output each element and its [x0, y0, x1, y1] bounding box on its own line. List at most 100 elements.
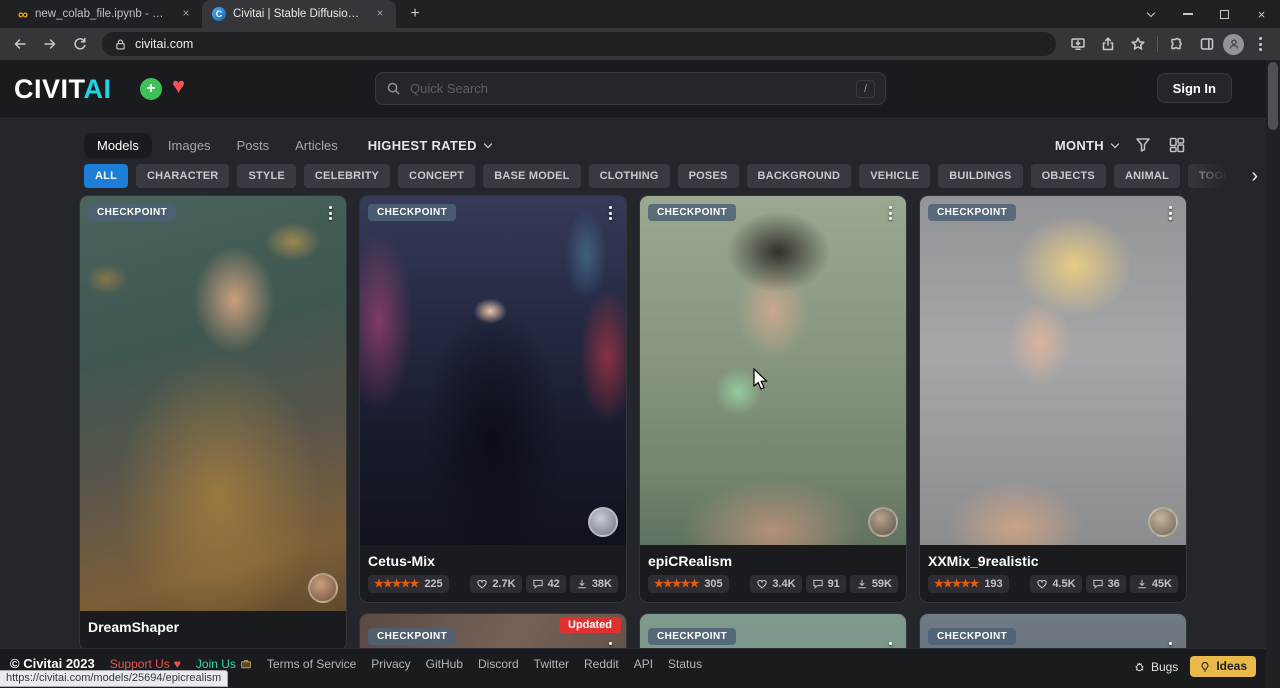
- footer-link-support-us[interactable]: Support Us♥: [110, 657, 181, 671]
- profile-avatar[interactable]: [1223, 34, 1244, 55]
- scrollbar-thumb[interactable]: [1268, 62, 1278, 130]
- sign-in-button[interactable]: Sign In: [1157, 73, 1232, 103]
- side-panel-icon[interactable]: [1193, 30, 1221, 58]
- browser-menu-kebab-icon[interactable]: [1246, 30, 1274, 58]
- category-chip[interactable]: BUILDINGS: [938, 164, 1022, 188]
- browser-tab-colab[interactable]: ∞ new_colab_file.ipynb - Colaborat ×: [8, 0, 202, 28]
- category-chip[interactable]: VEHICLE: [859, 164, 930, 188]
- civitai-logo[interactable]: CIVITAI: [14, 74, 112, 105]
- comments-badge[interactable]: 42: [526, 575, 566, 593]
- card-menu-kebab-icon[interactable]: [882, 204, 898, 222]
- rating-badge[interactable]: ★★★★★193: [928, 575, 1009, 593]
- card-menu-kebab-icon[interactable]: [602, 204, 618, 222]
- model-type-badge: CHECKPOINT: [648, 628, 736, 645]
- close-window-button[interactable]: ×: [1243, 0, 1280, 28]
- tab-articles[interactable]: Articles: [285, 133, 348, 158]
- browser-tab-civitai[interactable]: C Civitai | Stable Diffusion models, ×: [202, 0, 396, 28]
- footer-link-discord[interactable]: Discord: [478, 657, 519, 671]
- category-chip[interactable]: ANIMAL: [1114, 164, 1180, 188]
- footer-link-twitter[interactable]: Twitter: [534, 657, 569, 671]
- support-heart-icon[interactable]: ♥: [172, 75, 185, 97]
- comments-badge[interactable]: 36: [1086, 575, 1126, 593]
- creator-avatar[interactable]: [588, 507, 618, 537]
- page-scrollbar[interactable]: [1266, 60, 1280, 688]
- creator-avatar[interactable]: [1148, 507, 1178, 537]
- site-header: CIVITAI + ♥ / Sign In: [0, 60, 1266, 117]
- card-menu-kebab-icon[interactable]: [322, 204, 338, 222]
- category-chip[interactable]: BACKGROUND: [747, 164, 852, 188]
- likes-badge[interactable]: 3.4K: [750, 575, 801, 593]
- category-chip-all[interactable]: ALL: [84, 164, 128, 188]
- footer-link-join-us[interactable]: Join Us: [196, 657, 252, 671]
- model-card-cetus-mix[interactable]: CHECKPOINT Cetus-Mix ★★★★★225 2.7K 42 38…: [360, 196, 626, 602]
- category-chip[interactable]: CELEBRITY: [304, 164, 390, 188]
- model-card-xxmix[interactable]: CHECKPOINT XXMix_9realistic ★★★★★193 4.5…: [920, 196, 1186, 602]
- share-icon[interactable]: [1094, 30, 1122, 58]
- rating-badge[interactable]: ★★★★★305: [648, 575, 729, 593]
- footer-link-api[interactable]: API: [634, 657, 653, 671]
- back-button[interactable]: [6, 30, 34, 58]
- model-card-dreamshaper[interactable]: CHECKPOINT DreamShaper: [80, 196, 346, 650]
- tab-search-chevron-icon[interactable]: [1132, 0, 1169, 28]
- layout-grid-icon[interactable]: [1168, 136, 1186, 154]
- forward-button[interactable]: [36, 30, 64, 58]
- filter-funnel-icon[interactable]: [1134, 136, 1152, 154]
- quick-search-bar[interactable]: /: [375, 72, 886, 105]
- toolbar-divider: [1157, 36, 1158, 52]
- likes-badge[interactable]: 2.7K: [470, 575, 521, 593]
- category-chip[interactable]: CLOTHING: [589, 164, 670, 188]
- footer-link-reddit[interactable]: Reddit: [584, 657, 619, 671]
- model-preview-image: CHECKPOINT: [80, 196, 346, 611]
- creator-avatar[interactable]: [868, 507, 898, 537]
- tab-models[interactable]: Models: [84, 133, 152, 158]
- categories-scroll-right-button[interactable]: ›: [1180, 164, 1266, 188]
- civitai-page: CIVITAI + ♥ / Sign In Models Images Post…: [0, 60, 1266, 688]
- model-card-epicrealism[interactable]: CHECKPOINT epiCRealism ★★★★★305 3.4K 91 …: [640, 196, 906, 602]
- creator-avatar[interactable]: [308, 573, 338, 603]
- rating-badge[interactable]: ★★★★★225: [368, 575, 449, 593]
- footer-link-privacy[interactable]: Privacy: [371, 657, 410, 671]
- star-rating-icon: ★★★★★: [374, 577, 418, 591]
- create-plus-button[interactable]: +: [140, 78, 162, 100]
- category-chip[interactable]: CHARACTER: [136, 164, 229, 188]
- install-app-icon[interactable]: [1064, 30, 1092, 58]
- downloads-badge[interactable]: 38K: [570, 575, 618, 593]
- bugs-button[interactable]: Bugs: [1133, 660, 1178, 674]
- footer-link-github[interactable]: GitHub: [426, 657, 463, 671]
- model-preview-image: CHECKPOINT: [360, 196, 626, 545]
- model-stats: ★★★★★305 3.4K 91 59K: [648, 575, 898, 593]
- tab-posts[interactable]: Posts: [227, 133, 280, 158]
- minimize-button[interactable]: [1169, 0, 1206, 28]
- new-tab-button[interactable]: +: [402, 1, 428, 27]
- category-chip[interactable]: OBJECTS: [1031, 164, 1106, 188]
- footer-link-terms[interactable]: Terms of Service: [267, 657, 356, 671]
- category-chip[interactable]: BASE MODEL: [483, 164, 580, 188]
- model-preview-image: CHECKPOINT: [640, 196, 906, 545]
- sort-dropdown[interactable]: HIGHEST RATED: [368, 138, 491, 153]
- tab-title: Civitai | Stable Diffusion models,: [233, 8, 365, 20]
- search-input[interactable]: [410, 81, 847, 96]
- comments-badge[interactable]: 91: [806, 575, 846, 593]
- url-text: civitai.com: [135, 37, 193, 51]
- tab-images[interactable]: Images: [158, 133, 221, 158]
- heart-outline-icon: [1036, 578, 1048, 590]
- downloads-badge[interactable]: 45K: [1130, 575, 1178, 593]
- maximize-button[interactable]: [1206, 0, 1243, 28]
- category-chip[interactable]: CONCEPT: [398, 164, 475, 188]
- reload-button[interactable]: [66, 30, 94, 58]
- downloads-badge[interactable]: 59K: [850, 575, 898, 593]
- comment-icon: [532, 578, 544, 590]
- model-type-badge: CHECKPOINT: [928, 204, 1016, 221]
- category-chip[interactable]: POSES: [678, 164, 739, 188]
- extensions-puzzle-icon[interactable]: [1163, 30, 1191, 58]
- close-tab-icon[interactable]: ×: [178, 6, 194, 22]
- address-bar[interactable]: civitai.com: [102, 32, 1056, 56]
- card-menu-kebab-icon[interactable]: [1162, 204, 1178, 222]
- likes-badge[interactable]: 4.5K: [1030, 575, 1081, 593]
- close-tab-icon[interactable]: ×: [372, 6, 388, 22]
- footer-link-status[interactable]: Status: [668, 657, 702, 671]
- ideas-button[interactable]: Ideas: [1190, 656, 1256, 677]
- bookmark-star-icon[interactable]: [1124, 30, 1152, 58]
- period-dropdown[interactable]: MONTH: [1055, 138, 1118, 153]
- category-chip[interactable]: STYLE: [237, 164, 295, 188]
